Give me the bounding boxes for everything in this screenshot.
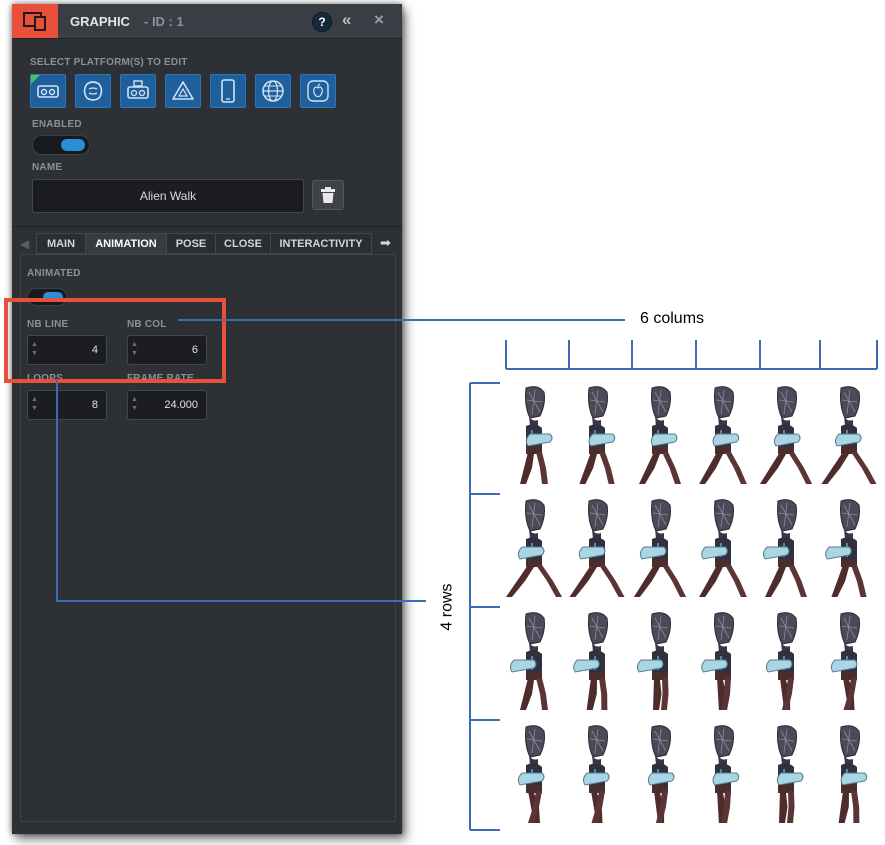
annotation-lines xyxy=(56,319,878,831)
sprite-frame xyxy=(759,386,813,484)
sprite-frame xyxy=(506,499,562,597)
columns-annotation: 6 colums xyxy=(640,310,705,327)
sprite-frame xyxy=(520,386,553,484)
sprite-frame xyxy=(569,499,625,597)
sprite-frame xyxy=(517,725,545,823)
sprite-frame xyxy=(636,612,671,710)
sprite-frame xyxy=(712,725,740,823)
sprite-frame xyxy=(699,499,747,597)
sprite-frame xyxy=(639,386,681,484)
sprite-frame xyxy=(509,612,548,710)
sprite-frame xyxy=(776,725,804,823)
sprite-frame xyxy=(579,386,616,484)
sprite-frame xyxy=(838,725,868,823)
sprite-frame xyxy=(765,612,797,710)
sprite-frame xyxy=(633,499,687,597)
sprite-frame xyxy=(701,612,734,710)
sprite-frame xyxy=(582,725,610,823)
sprite-frame xyxy=(573,612,608,710)
sprite-frame xyxy=(830,612,860,710)
sprite-frame xyxy=(699,386,747,484)
rows-annotation: 4 rows xyxy=(438,583,456,631)
sprite-frame xyxy=(762,499,807,597)
sprite-frame xyxy=(825,499,867,597)
sprite-frame xyxy=(821,386,877,484)
sprite-frame xyxy=(647,725,675,823)
